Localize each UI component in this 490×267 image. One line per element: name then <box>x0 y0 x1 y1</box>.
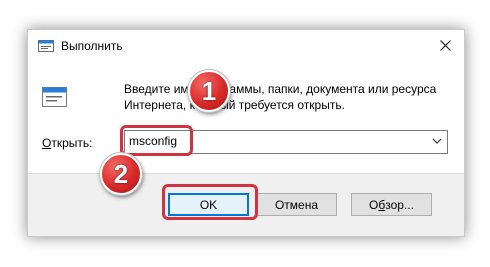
browse-label-end: зор... <box>385 197 414 212</box>
chevron-down-icon[interactable] <box>431 135 443 147</box>
window-title: Выполнить <box>61 39 123 53</box>
run-dialog: Выполнить Введите имя программы, папки, … <box>27 29 465 237</box>
close-button[interactable] <box>426 30 464 60</box>
run-icon <box>38 40 54 52</box>
title-bar[interactable]: Выполнить <box>28 30 464 62</box>
open-label-accelerator: О <box>42 136 52 150</box>
step-1-badge: 1 <box>188 70 230 112</box>
close-icon <box>439 39 451 51</box>
input-highlight-frame <box>120 125 193 156</box>
browse-label-start: О <box>369 197 379 212</box>
ok-highlight-frame <box>162 184 258 220</box>
browse-label-accelerator: б <box>378 197 386 212</box>
screenshot-stage: Выполнить Введите имя программы, папки, … <box>0 0 490 267</box>
run-icon <box>42 87 67 107</box>
open-label: Открыть: <box>42 136 92 150</box>
browse-button[interactable]: Об зор... <box>351 193 432 216</box>
dialog-description: Введите имя программы, папки, документа … <box>124 82 437 112</box>
cancel-button[interactable]: Отмена <box>256 193 337 216</box>
open-label-text: ткрыть: <box>51 136 93 150</box>
step-2-badge: 2 <box>100 153 142 195</box>
